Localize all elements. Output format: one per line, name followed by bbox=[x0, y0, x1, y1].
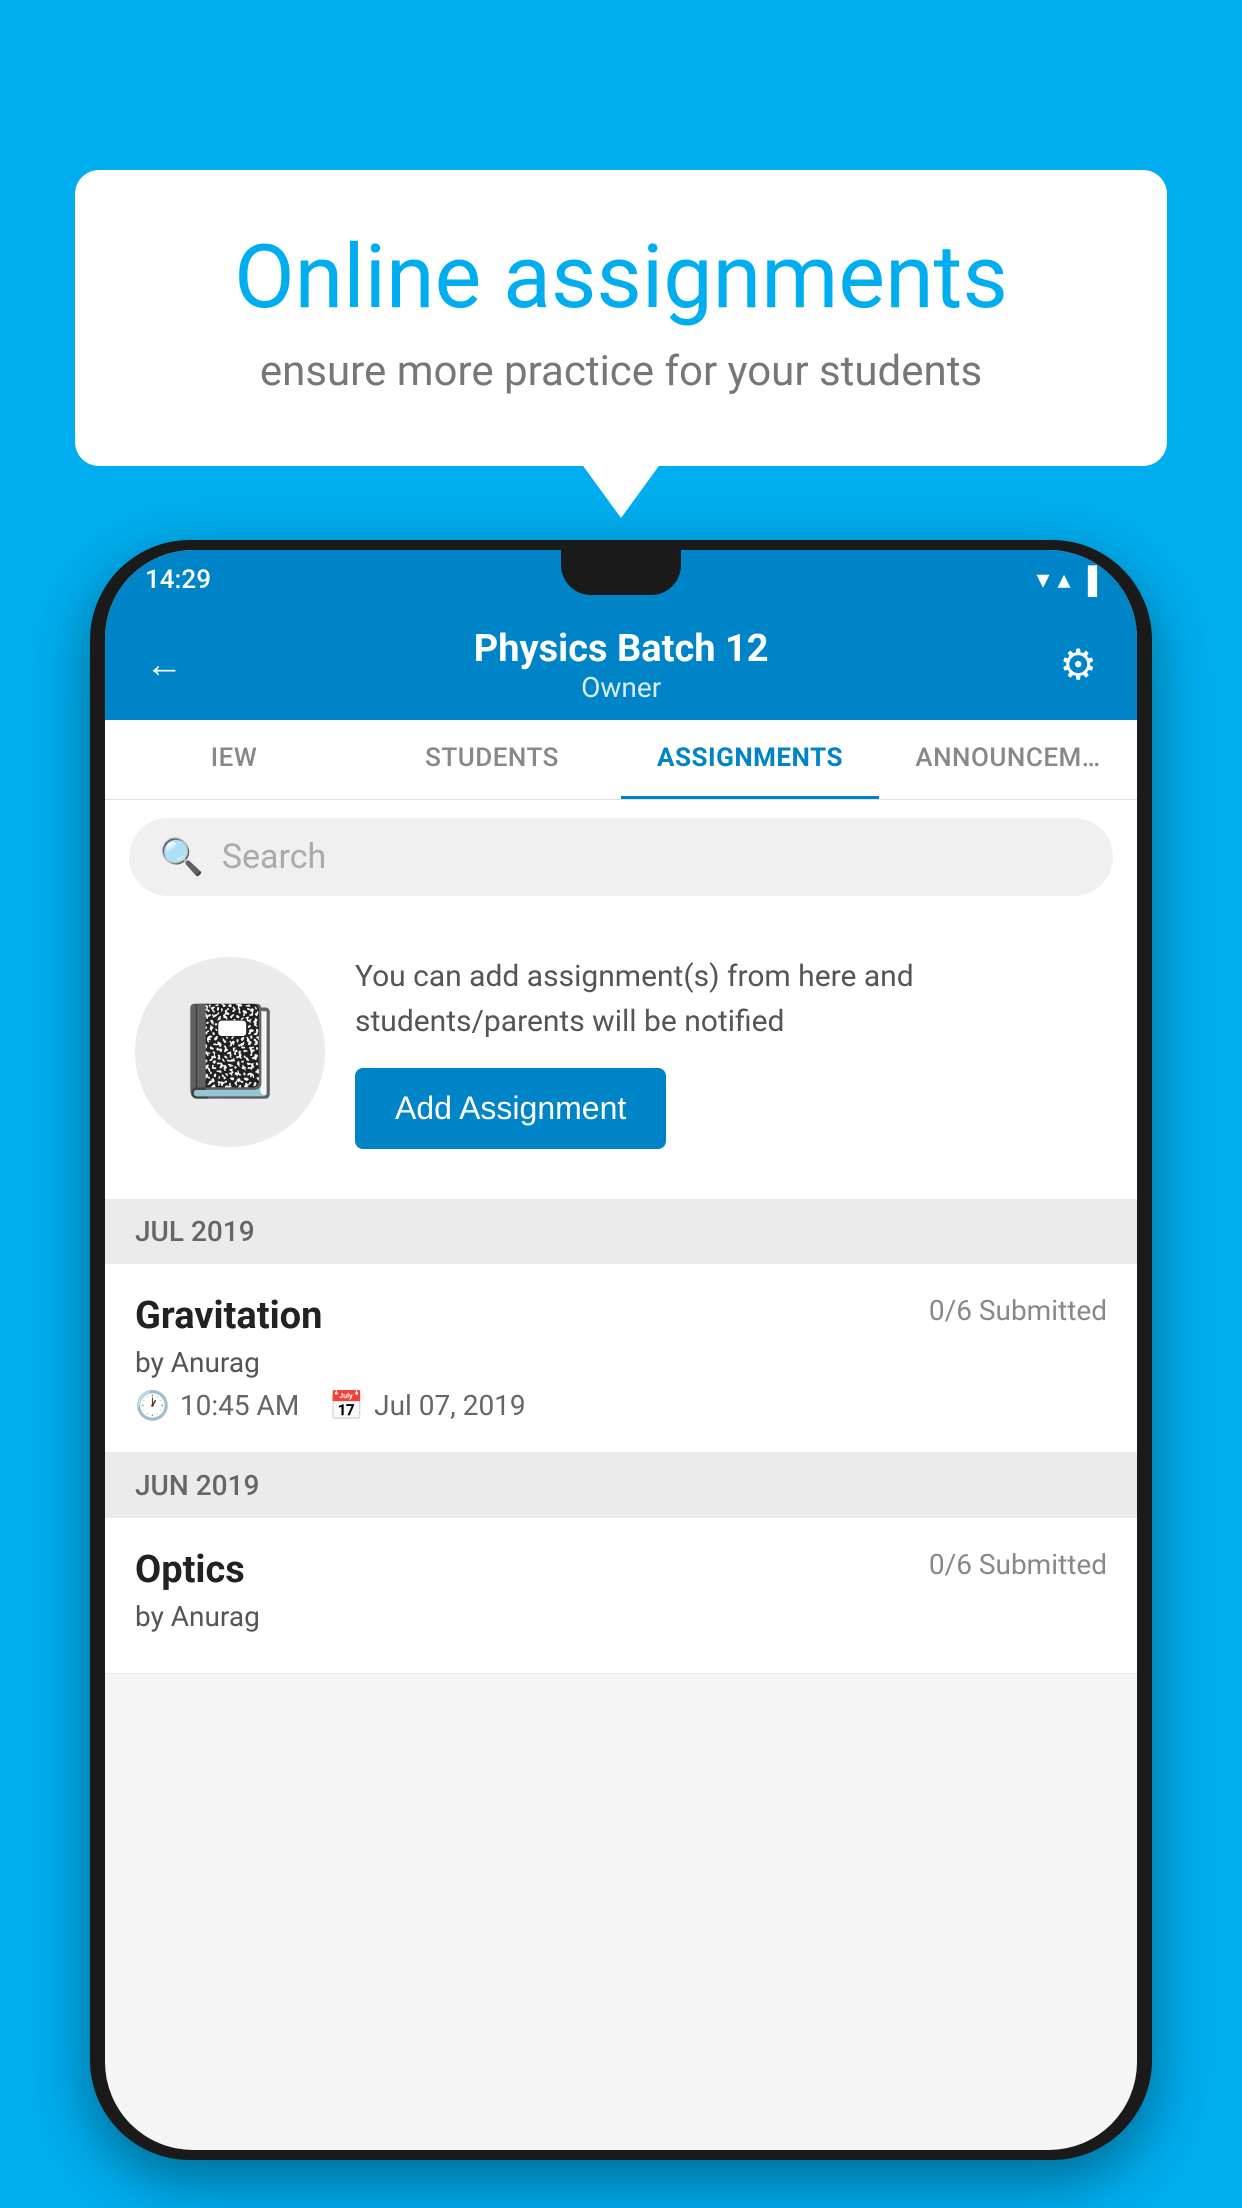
assignment-optics[interactable]: Optics 0/6 Submitted by Anurag bbox=[105, 1518, 1137, 1674]
batch-title: Physics Batch 12 bbox=[474, 627, 769, 671]
add-assignment-button[interactable]: Add Assignment bbox=[355, 1068, 666, 1149]
assignment-gravitation-submitted: 0/6 Submitted bbox=[929, 1294, 1107, 1327]
speech-bubble-container: Online assignments ensure more practice … bbox=[75, 170, 1167, 466]
clock-icon: 🕐 bbox=[135, 1389, 170, 1422]
top-bar: ← Physics Batch 12 Owner ⚙ bbox=[105, 610, 1137, 720]
phone-frame: 14:29 ▾ ▴ ▐ ← Physics Batch 12 Owner ⚙ I… bbox=[90, 540, 1152, 2160]
assignment-gravitation-name: Gravitation bbox=[135, 1294, 322, 1338]
assignment-gravitation-date: 📅 Jul 07, 2019 bbox=[329, 1389, 525, 1422]
tab-announcements[interactable]: ANNOUNCEM… bbox=[879, 720, 1137, 799]
search-icon: 🔍 bbox=[159, 836, 204, 878]
tab-assignments[interactable]: ASSIGNMENTS bbox=[621, 720, 879, 799]
add-assignment-description: You can add assignment(s) from here and … bbox=[355, 954, 1107, 1044]
assignment-optics-by: by Anurag bbox=[135, 1600, 1107, 1633]
notch bbox=[561, 550, 681, 595]
add-assignment-card: 📓 You can add assignment(s) from here an… bbox=[105, 914, 1137, 1199]
status-time: 14:29 bbox=[145, 565, 211, 595]
calendar-icon: 📅 bbox=[329, 1389, 364, 1422]
batch-role: Owner bbox=[474, 671, 769, 704]
section-jul-2019: JUL 2019 bbox=[105, 1199, 1137, 1264]
assignment-icon-circle: 📓 bbox=[135, 957, 325, 1147]
notebook-icon: 📓 bbox=[174, 999, 286, 1104]
top-bar-center: Physics Batch 12 Owner bbox=[474, 627, 769, 704]
back-button[interactable]: ← bbox=[145, 643, 183, 687]
search-bar-container: 🔍 Search bbox=[105, 800, 1137, 914]
tab-iew[interactable]: IEW bbox=[105, 720, 363, 799]
signal-icon: ▴ bbox=[1058, 565, 1071, 595]
assignment-gravitation-by: by Anurag bbox=[135, 1346, 1107, 1379]
speech-bubble: Online assignments ensure more practice … bbox=[75, 170, 1167, 466]
assignment-gravitation-time: 🕐 10:45 AM bbox=[135, 1389, 299, 1422]
assignment-gravitation-top: Gravitation 0/6 Submitted bbox=[135, 1294, 1107, 1338]
battery-icon: ▐ bbox=[1079, 565, 1097, 596]
search-bar[interactable]: 🔍 Search bbox=[129, 818, 1113, 896]
wifi-icon: ▾ bbox=[1036, 565, 1049, 595]
search-placeholder: Search bbox=[222, 837, 326, 877]
tab-students[interactable]: STUDENTS bbox=[363, 720, 621, 799]
status-icons: ▾ ▴ ▐ bbox=[1036, 565, 1097, 596]
bubble-title: Online assignments bbox=[155, 230, 1087, 327]
assignment-optics-submitted: 0/6 Submitted bbox=[929, 1548, 1107, 1581]
assignment-gravitation[interactable]: Gravitation 0/6 Submitted by Anurag 🕐 10… bbox=[105, 1264, 1137, 1453]
settings-icon[interactable]: ⚙ bbox=[1059, 640, 1097, 690]
assignment-optics-name: Optics bbox=[135, 1548, 245, 1592]
bubble-subtitle: ensure more practice for your students bbox=[155, 347, 1087, 396]
tab-bar: IEW STUDENTS ASSIGNMENTS ANNOUNCEM… bbox=[105, 720, 1137, 800]
add-assignment-right: You can add assignment(s) from here and … bbox=[355, 954, 1107, 1149]
assignment-gravitation-meta: 🕐 10:45 AM 📅 Jul 07, 2019 bbox=[135, 1389, 1107, 1422]
phone-screen: 14:29 ▾ ▴ ▐ ← Physics Batch 12 Owner ⚙ I… bbox=[105, 550, 1137, 2150]
section-jun-2019: JUN 2019 bbox=[105, 1453, 1137, 1518]
assignment-optics-top: Optics 0/6 Submitted bbox=[135, 1548, 1107, 1592]
